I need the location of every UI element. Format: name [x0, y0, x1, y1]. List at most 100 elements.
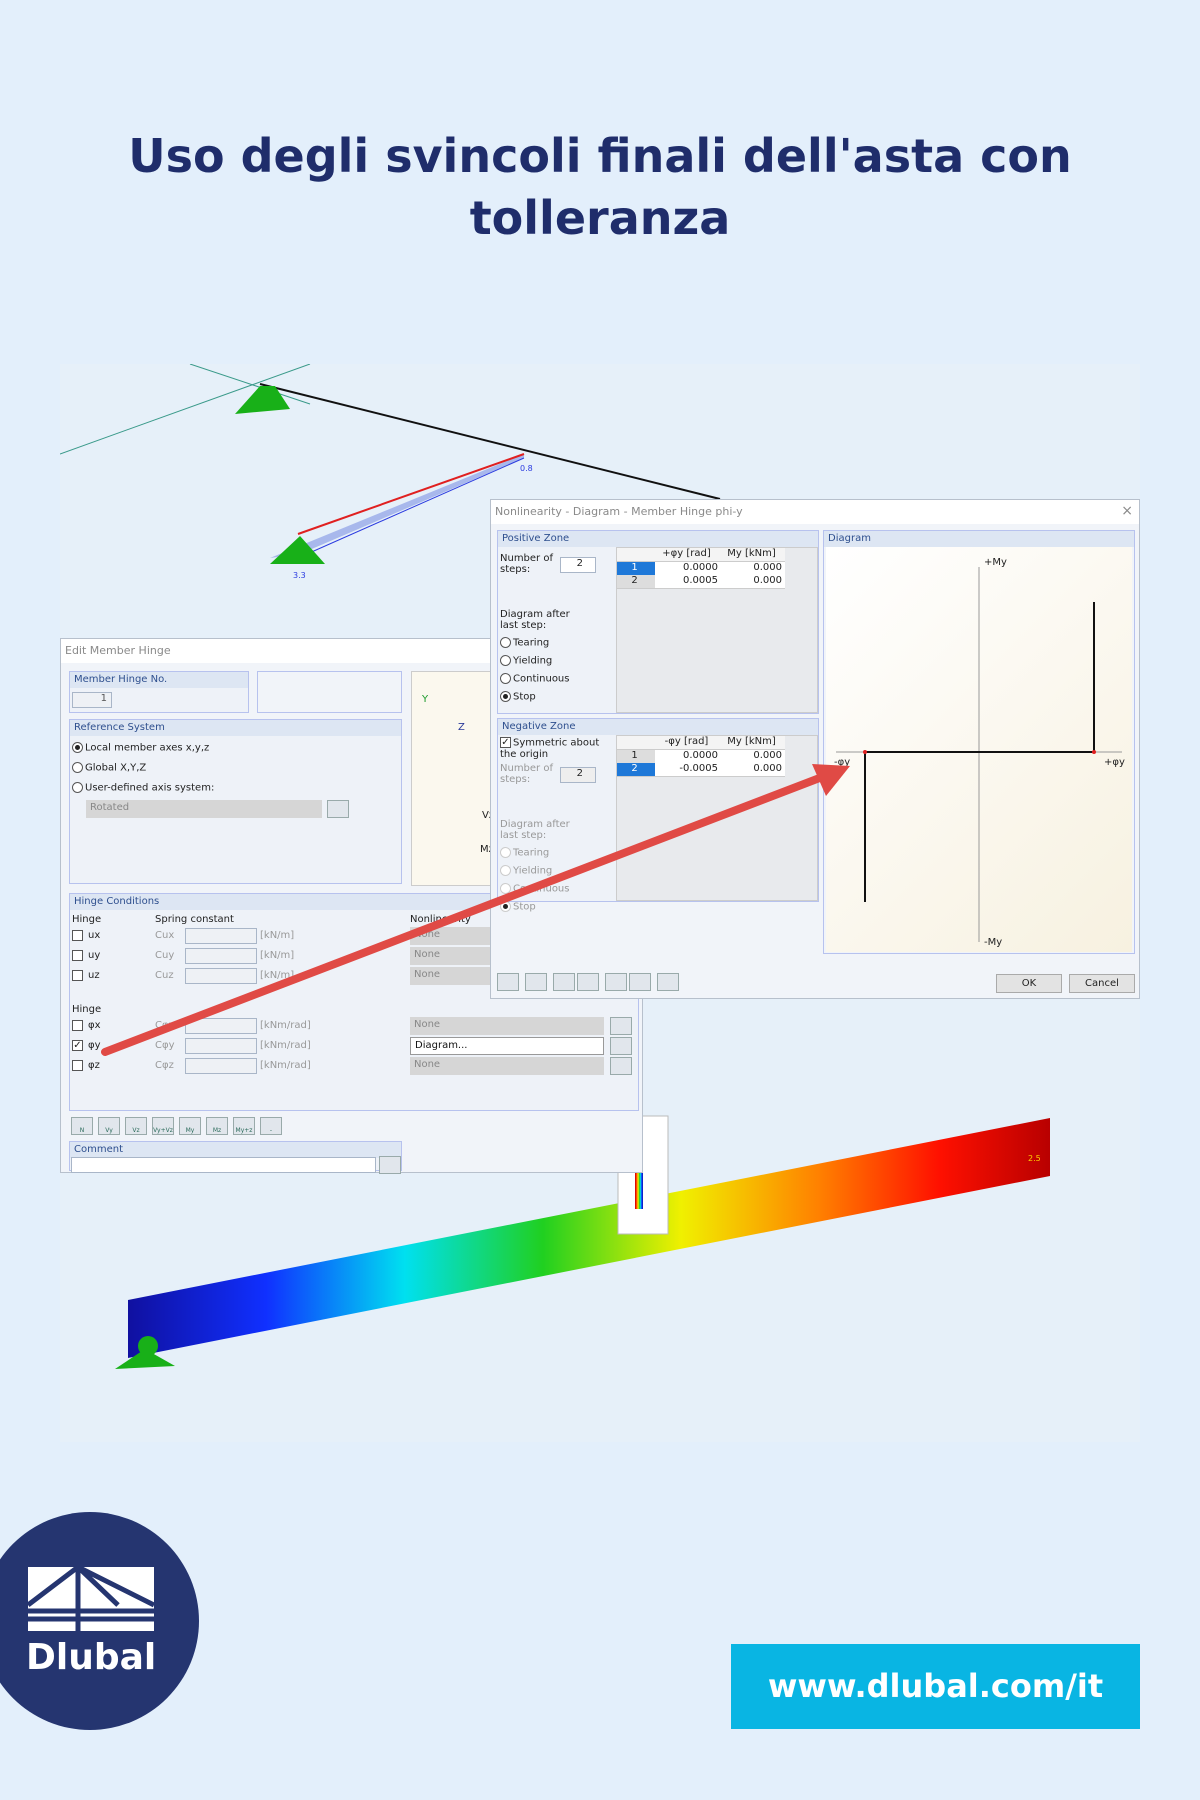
radio[interactable] — [72, 762, 83, 773]
edit-nonlinearity-button[interactable] — [610, 1037, 632, 1055]
spring-input[interactable] — [185, 928, 257, 944]
diagram-option[interactable]: Stop — [500, 901, 536, 913]
dlubal-logo: Dlubal — [0, 1512, 199, 1730]
group-label: Negative Zone — [498, 719, 818, 735]
dialog-toolbar-button[interactable] — [577, 973, 599, 991]
comment-library-button[interactable] — [379, 1156, 401, 1174]
table-cell[interactable]: 0.000 — [721, 763, 785, 777]
release-button[interactable]: N — [71, 1117, 93, 1135]
ref-option[interactable]: Local member axes x,y,z — [72, 742, 209, 754]
edit-axis-button[interactable] — [327, 800, 349, 818]
hinge-no-field[interactable]: 1 — [72, 692, 112, 708]
hinge-checkbox[interactable]: ✓ — [72, 1040, 83, 1051]
dialog-toolbar-button[interactable] — [657, 973, 679, 991]
edit-nonlinearity-button[interactable] — [610, 1017, 632, 1035]
diagram-option[interactable]: Yielding — [500, 865, 552, 877]
column-label: Spring constant — [155, 914, 234, 925]
label: Tearing — [513, 847, 550, 859]
cancel-button[interactable]: Cancel — [1069, 974, 1135, 993]
release-button[interactable]: Vy — [98, 1117, 120, 1135]
ok-button[interactable]: OK — [996, 974, 1062, 993]
table-cell[interactable]: 0.000 — [721, 750, 785, 764]
table-cell[interactable]: 1 — [617, 562, 655, 576]
ref-option[interactable]: User-defined axis system: — [72, 782, 214, 794]
diagram-option[interactable]: Stop — [500, 691, 536, 703]
logo-text: Dlubal — [26, 1637, 157, 1678]
website-link[interactable]: www.dlubal.com/it — [731, 1644, 1140, 1729]
diagram-option[interactable]: Tearing — [500, 637, 549, 649]
screenshot-area: 3.3 0.8 2.5 Edit Member Hinge Member Hin… — [60, 364, 1140, 1442]
release-button[interactable]: My+z — [233, 1117, 255, 1135]
dialog-toolbar-button[interactable] — [629, 973, 651, 991]
hinge-label: ux — [88, 930, 101, 941]
member-line — [259, 383, 721, 500]
diagram-option[interactable]: Yielding — [500, 655, 552, 667]
hinge-checkbox[interactable] — [72, 970, 83, 981]
spring-label: Cφz — [155, 1060, 174, 1071]
radio[interactable] — [500, 901, 511, 912]
release-button[interactable]: - — [260, 1117, 282, 1135]
spring-input[interactable] — [185, 1038, 257, 1054]
group-label: Positive Zone — [498, 531, 818, 547]
nonlinearity-select[interactable]: Diagram... — [410, 1037, 604, 1055]
table-cell[interactable]: 0.0000 — [655, 750, 721, 764]
table-cell[interactable]: 0.000 — [721, 575, 785, 589]
diagram-option[interactable]: Continuous — [500, 883, 569, 895]
spring-label: Cφy — [155, 1040, 175, 1051]
spring-input[interactable] — [185, 1058, 257, 1074]
table-cell[interactable]: 0.000 — [721, 562, 785, 576]
spring-label: Cux — [155, 930, 175, 941]
radio[interactable] — [500, 865, 511, 876]
symmetric-checkbox[interactable]: ✓ Symmetric about the origin — [500, 737, 610, 760]
table-cell[interactable]: 2 — [617, 575, 655, 589]
close-icon[interactable]: × — [1121, 503, 1133, 519]
axis-label: Z — [458, 722, 465, 733]
diagram-option[interactable]: Tearing — [500, 847, 549, 859]
hinge-checkbox[interactable] — [72, 930, 83, 941]
spring-input[interactable] — [185, 1018, 257, 1034]
radio[interactable] — [500, 847, 511, 858]
spring-input[interactable] — [185, 968, 257, 984]
table-cell[interactable]: 2 — [617, 763, 655, 777]
dialog-toolbar-button[interactable] — [605, 973, 627, 991]
radio[interactable] — [72, 742, 83, 753]
release-button[interactable]: My — [179, 1117, 201, 1135]
steps-spinner[interactable]: 2 — [560, 767, 596, 783]
ref-option[interactable]: Global X,Y,Z — [72, 762, 146, 774]
radio[interactable] — [500, 655, 511, 666]
radio[interactable] — [500, 673, 511, 684]
steps-spinner[interactable]: 2 — [560, 557, 596, 573]
dialog-toolbar-button[interactable] — [497, 973, 519, 991]
dialog-toolbar-button[interactable] — [553, 973, 575, 991]
hinge-checkbox[interactable] — [72, 1020, 83, 1031]
radio[interactable] — [500, 883, 511, 894]
diagram-plot — [836, 567, 1122, 942]
spring-input[interactable] — [185, 948, 257, 964]
comment-input[interactable] — [71, 1157, 376, 1173]
hinge-checkbox[interactable] — [72, 950, 83, 961]
table-cell[interactable]: 0.0005 — [655, 575, 721, 589]
dialog-toolbar-button[interactable] — [525, 973, 547, 991]
axis-label: -φy — [834, 757, 851, 768]
radio[interactable] — [500, 691, 511, 702]
point — [863, 750, 867, 754]
hinge-icon — [138, 1336, 158, 1356]
hinge-checkbox[interactable] — [72, 1060, 83, 1071]
radio[interactable] — [500, 637, 511, 648]
table-cell[interactable]: -0.0005 — [655, 763, 721, 777]
release-button[interactable]: Mz — [206, 1117, 228, 1135]
diagram-option[interactable]: Continuous — [500, 673, 569, 685]
edit-nonlinearity-button[interactable] — [610, 1057, 632, 1075]
table-cell[interactable]: 0.0000 — [655, 562, 721, 576]
table-cell[interactable]: 1 — [617, 750, 655, 764]
steps-label: Number of steps: — [500, 553, 553, 575]
checkbox[interactable]: ✓ — [500, 737, 511, 748]
nonlinearity-select[interactable]: None — [410, 1057, 604, 1075]
release-button[interactable]: Vz — [125, 1117, 147, 1135]
column-header: +φy [rad] — [655, 548, 721, 562]
axis-system-select[interactable]: Rotated — [86, 800, 322, 818]
nonlinearity-select[interactable]: None — [410, 1017, 604, 1035]
negative-table: -φy [rad] My [kNm] 1 0.0000 0.000 2 -0.0005 0.0… — [616, 735, 818, 901]
release-button[interactable]: Vy+Vz — [152, 1117, 174, 1135]
radio[interactable] — [72, 782, 83, 793]
